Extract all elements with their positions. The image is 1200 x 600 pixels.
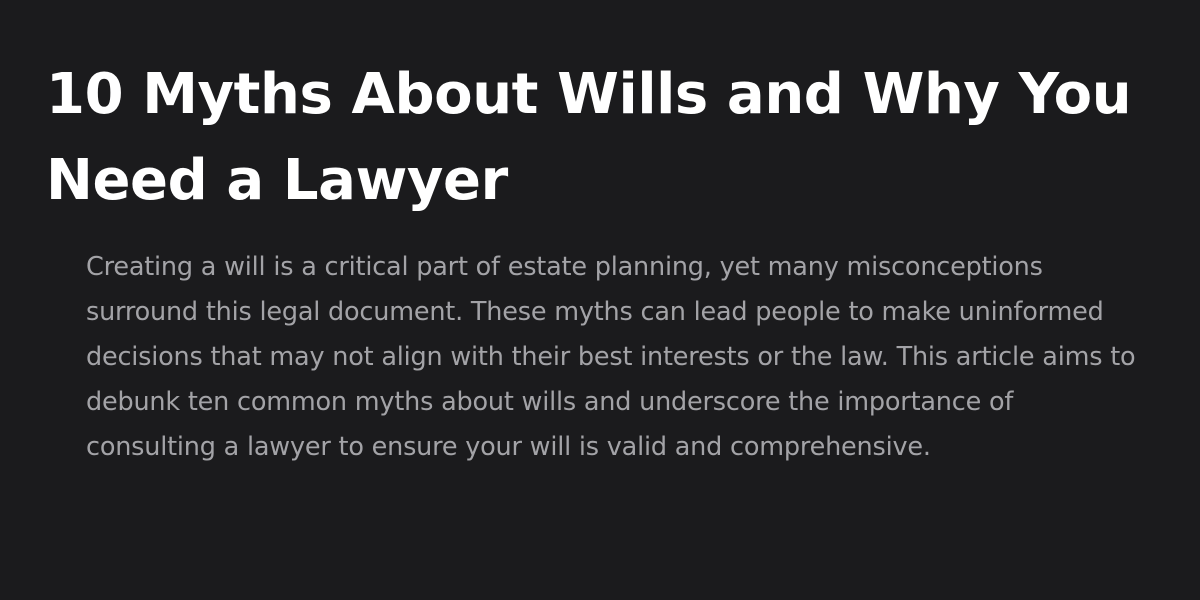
article-intro-paragraph: Creating a will is a critical part of es…	[86, 252, 1136, 462]
article-title: 10 Myths About Wills and Why You Need a …	[46, 62, 1132, 213]
article-card: 10 Myths About Wills and Why You Need a …	[0, 0, 1200, 600]
